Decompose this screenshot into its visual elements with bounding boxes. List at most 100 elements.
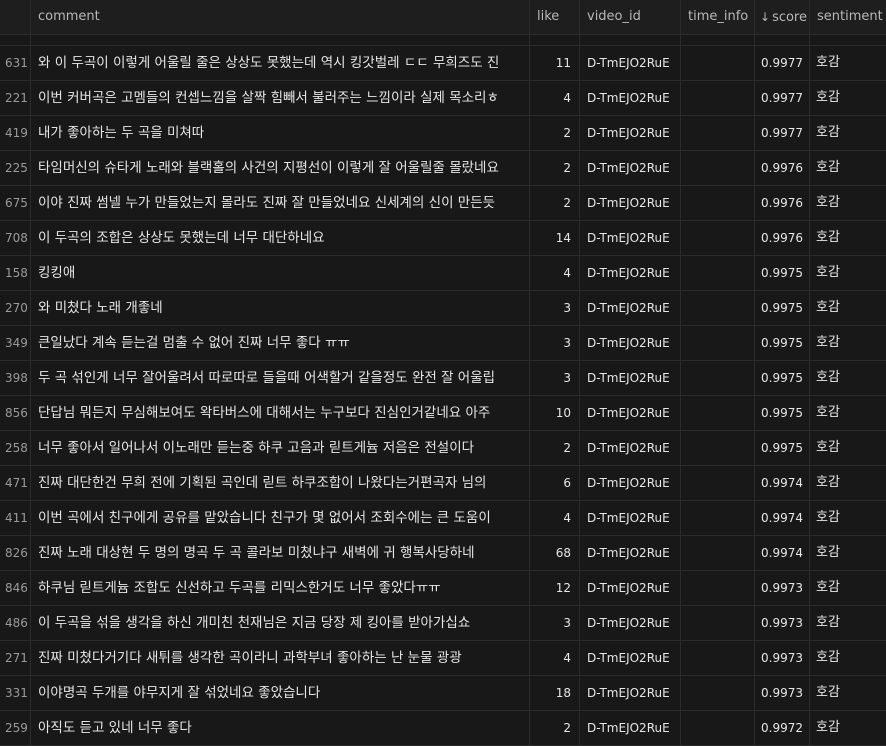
- column-divider[interactable]: [809, 0, 810, 746]
- video-id-cell[interactable]: D-TmEJO2RuE: [580, 256, 680, 290]
- video-id-cell[interactable]: D-TmEJO2RuE: [580, 221, 680, 255]
- like-cell[interactable]: 10: [530, 396, 579, 430]
- time-info-cell[interactable]: [681, 46, 754, 80]
- time-info-cell[interactable]: [681, 536, 754, 570]
- time-info-cell[interactable]: [681, 571, 754, 605]
- column-header-like[interactable]: like: [530, 0, 579, 34]
- comment-cell[interactable]: 단답님 뭐든지 무심해보여도 왁타버스에 대해서는 누구보다 진심인거같네요 아…: [31, 396, 529, 430]
- column-header-score[interactable]: ↓ score: [755, 0, 809, 34]
- sentiment-cell[interactable]: 호감: [810, 116, 886, 150]
- video-id-cell[interactable]: D-TmEJO2RuE: [580, 186, 680, 220]
- column-divider[interactable]: [754, 0, 755, 746]
- video-id-cell[interactable]: D-TmEJO2RuE: [580, 641, 680, 675]
- video-id-cell[interactable]: D-TmEJO2RuE: [580, 291, 680, 325]
- score-cell[interactable]: 0.9975: [755, 326, 809, 360]
- time-info-cell[interactable]: [681, 81, 754, 115]
- like-cell[interactable]: 3: [530, 361, 579, 395]
- time-info-cell[interactable]: [681, 151, 754, 185]
- row-index[interactable]: 708: [0, 221, 30, 255]
- comment-cell[interactable]: 진짜 미쳤다거기다 새튀를 생각한 곡이라니 과학부녀 좋아하는 난 눈물 광광: [31, 641, 529, 675]
- like-cell[interactable]: 2: [530, 116, 579, 150]
- row-index[interactable]: 856: [0, 396, 30, 430]
- video-id-cell[interactable]: D-TmEJO2RuE: [580, 46, 680, 80]
- comment-cell[interactable]: 타임머신의 슈타게 노래와 블랙홀의 사건의 지평선이 이렇게 잘 어울릴줄 몰…: [31, 151, 529, 185]
- sentiment-cell[interactable]: 호감: [810, 81, 886, 115]
- row-index[interactable]: 675: [0, 186, 30, 220]
- row-index[interactable]: 349: [0, 326, 30, 360]
- row-index[interactable]: 471: [0, 466, 30, 500]
- row-index[interactable]: 846: [0, 571, 30, 605]
- row-index[interactable]: 259: [0, 711, 30, 745]
- like-cell[interactable]: 2: [530, 186, 579, 220]
- comment-cell[interactable]: 와 이 두곡이 이렇게 어울릴 줄은 상상도 못했는데 역시 킹갓벌레 ㄷㄷ 무…: [31, 46, 529, 80]
- sentiment-cell[interactable]: 호감: [810, 221, 886, 255]
- column-header-index[interactable]: [0, 0, 30, 34]
- sentiment-cell[interactable]: 호감: [810, 676, 886, 710]
- sentiment-cell[interactable]: 호감: [810, 431, 886, 465]
- score-cell[interactable]: 0.9975: [755, 291, 809, 325]
- sentiment-cell[interactable]: 호감: [810, 186, 886, 220]
- sentiment-cell[interactable]: 호감: [810, 536, 886, 570]
- score-cell[interactable]: 0.9974: [755, 466, 809, 500]
- like-cell[interactable]: 14: [530, 221, 579, 255]
- row-index[interactable]: 486: [0, 606, 30, 640]
- score-cell[interactable]: 0.9975: [755, 396, 809, 430]
- time-info-cell[interactable]: [681, 361, 754, 395]
- like-cell[interactable]: 3: [530, 291, 579, 325]
- comment-cell[interactable]: 큰일났다 계속 듣는걸 멈출 수 없어 진짜 너무 좋다 ㅠㅠ: [31, 326, 529, 360]
- row-index[interactable]: 221: [0, 81, 30, 115]
- sentiment-cell[interactable]: 호감: [810, 641, 886, 675]
- sentiment-cell[interactable]: 호감: [810, 501, 886, 535]
- comment-cell[interactable]: 이번 곡에서 친구에게 공유를 맡았습니다 친구가 몇 없어서 조회수에는 큰 …: [31, 501, 529, 535]
- like-cell[interactable]: 4: [530, 256, 579, 290]
- video-id-cell[interactable]: D-TmEJO2RuE: [580, 361, 680, 395]
- time-info-cell[interactable]: [681, 396, 754, 430]
- sentiment-cell[interactable]: 호감: [810, 361, 886, 395]
- score-cell[interactable]: 0.9974: [755, 536, 809, 570]
- sentiment-cell[interactable]: 호감: [810, 571, 886, 605]
- column-divider[interactable]: [680, 0, 681, 746]
- score-cell[interactable]: 0.9973: [755, 571, 809, 605]
- sentiment-cell[interactable]: 호감: [810, 256, 886, 290]
- like-cell[interactable]: 68: [530, 536, 579, 570]
- video-id-cell[interactable]: D-TmEJO2RuE: [580, 501, 680, 535]
- time-info-cell[interactable]: [681, 431, 754, 465]
- comment-cell[interactable]: 두 곡 섞인게 너무 잘어울려서 따로따로 들을때 어색할거 같을정도 완전 잘…: [31, 361, 529, 395]
- comment-cell[interactable]: 아직도 듣고 있네 너무 좋다: [31, 711, 529, 745]
- video-id-cell[interactable]: D-TmEJO2RuE: [580, 466, 680, 500]
- score-cell[interactable]: 0.9973: [755, 641, 809, 675]
- column-header-video-id[interactable]: video_id: [580, 0, 680, 34]
- video-id-cell[interactable]: D-TmEJO2RuE: [580, 606, 680, 640]
- comment-cell[interactable]: 너무 좋아서 일어나서 이노래만 듣는중 하쿠 고음과 릳트게늄 저음은 전설이…: [31, 431, 529, 465]
- column-header-sentiment[interactable]: sentiment: [810, 0, 886, 34]
- row-index[interactable]: 631: [0, 46, 30, 80]
- like-cell[interactable]: 4: [530, 501, 579, 535]
- row-index[interactable]: 271: [0, 641, 30, 675]
- sentiment-cell[interactable]: 호감: [810, 466, 886, 500]
- time-info-cell[interactable]: [681, 641, 754, 675]
- like-cell[interactable]: 2: [530, 711, 579, 745]
- score-cell[interactable]: 0.9973: [755, 676, 809, 710]
- sentiment-cell[interactable]: 호감: [810, 606, 886, 640]
- comment-cell[interactable]: 와 미쳤다 노래 개좋네: [31, 291, 529, 325]
- like-cell[interactable]: 6: [530, 466, 579, 500]
- score-cell[interactable]: 0.9974: [755, 501, 809, 535]
- like-cell[interactable]: 3: [530, 606, 579, 640]
- comment-cell[interactable]: 이야명곡 두개를 야무지게 잘 섞었네요 좋았습니다: [31, 676, 529, 710]
- time-info-cell[interactable]: [681, 256, 754, 290]
- column-header-time-info[interactable]: time_info: [681, 0, 754, 34]
- video-id-cell[interactable]: D-TmEJO2RuE: [580, 116, 680, 150]
- row-index[interactable]: 258: [0, 431, 30, 465]
- time-info-cell[interactable]: [681, 221, 754, 255]
- like-cell[interactable]: 2: [530, 431, 579, 465]
- video-id-cell[interactable]: D-TmEJO2RuE: [580, 151, 680, 185]
- score-cell[interactable]: 0.9972: [755, 711, 809, 745]
- like-cell[interactable]: 3: [530, 326, 579, 360]
- comment-cell[interactable]: 이 두곡의 조합은 상상도 못했는데 너무 대단하네요: [31, 221, 529, 255]
- comment-cell[interactable]: 킹킹애: [31, 256, 529, 290]
- column-divider[interactable]: [579, 0, 580, 746]
- score-cell[interactable]: 0.9973: [755, 606, 809, 640]
- score-cell[interactable]: 0.9976: [755, 151, 809, 185]
- column-header-comment[interactable]: comment: [31, 0, 529, 34]
- column-divider[interactable]: [30, 0, 31, 746]
